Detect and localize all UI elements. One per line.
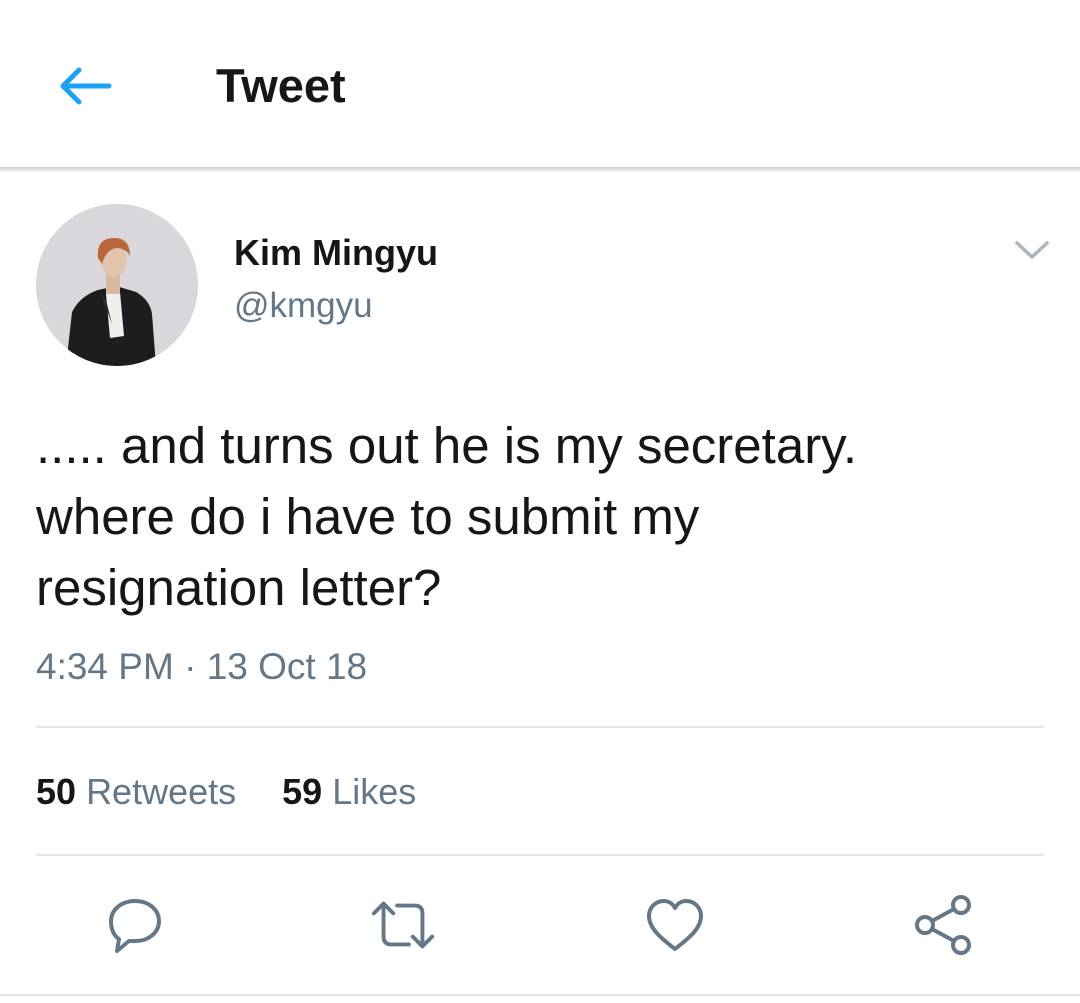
divider [36,726,1044,728]
tweet-time: 4:34 PM [36,646,174,687]
retweets-stat[interactable]: 50 Retweets [36,770,236,814]
tweet-text-line: resignation letter? [36,559,442,616]
author-display-name[interactable]: Kim Mingyu [234,232,438,274]
avatar[interactable] [36,204,198,366]
share-button[interactable] [908,890,978,960]
reply-icon [109,899,161,953]
header-shadow [0,167,1080,173]
reply-button[interactable] [100,890,170,960]
heart-icon [647,899,703,951]
like-button[interactable] [640,890,710,960]
tweet-timestamp: 4:34 PM · 13 Oct 18 [36,645,367,689]
retweet-button[interactable] [368,890,438,960]
author-handle[interactable]: @kmgyu [234,285,373,327]
divider [0,994,1080,996]
divider [36,854,1044,856]
likes-stat[interactable]: 59 Likes [282,770,416,814]
tweet-menu-button[interactable] [1010,228,1054,272]
chevron-down-icon [1015,241,1049,259]
tweet-text-line: ..... and turns out he is my secretary. [36,417,858,474]
tweet-stats: 50 Retweets 59 Likes [36,770,416,814]
arrow-left-icon [60,67,112,105]
retweet-icon [371,901,435,949]
tweet-date: 13 Oct 18 [206,646,368,687]
page-title: Tweet [216,59,346,112]
tweet-text-line: where do i have to submit my [36,488,700,545]
retweets-count: 50 [36,771,77,812]
top-app-bar: Tweet [0,0,1080,168]
back-button[interactable] [50,56,120,116]
likes-count: 59 [282,771,323,812]
likes-label: Likes [332,771,417,812]
share-icon [915,895,971,955]
retweets-label: Retweets [86,771,237,812]
tweet-text: ..... and turns out he is my secretary. … [36,410,1046,623]
timestamp-separator: · [184,646,197,687]
